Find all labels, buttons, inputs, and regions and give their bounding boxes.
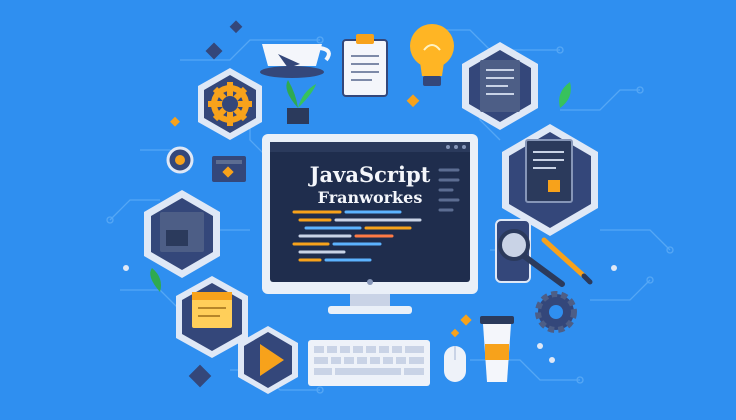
plant-icon bbox=[286, 80, 316, 124]
leaf-icon bbox=[559, 82, 571, 108]
keyboard-icon bbox=[308, 340, 430, 386]
gear-hexagon bbox=[198, 68, 262, 140]
document-hexagon bbox=[462, 42, 538, 130]
coffee-tumbler-icon bbox=[480, 316, 514, 382]
mouse-icon bbox=[444, 346, 466, 382]
monitor-icon bbox=[262, 134, 478, 314]
settings-cog-icon bbox=[535, 291, 577, 333]
clipboard-icon bbox=[342, 34, 388, 97]
screen-title-line-2: Franworkes bbox=[318, 188, 423, 207]
settings-cog-icon bbox=[166, 146, 194, 174]
leaf-icon bbox=[150, 268, 161, 292]
mini-window-icon bbox=[212, 156, 246, 182]
document-icon bbox=[480, 60, 520, 112]
sticky-note-hexagon bbox=[176, 276, 248, 358]
coffee-cup-icon bbox=[260, 44, 331, 78]
calendar-hexagon bbox=[144, 190, 220, 278]
screen-title-line-1: JavaScript bbox=[308, 162, 431, 187]
lightbulb-icon bbox=[410, 24, 454, 86]
illustration: JavaScript Franworkes bbox=[0, 0, 736, 420]
sticky-note-icon bbox=[192, 292, 232, 328]
